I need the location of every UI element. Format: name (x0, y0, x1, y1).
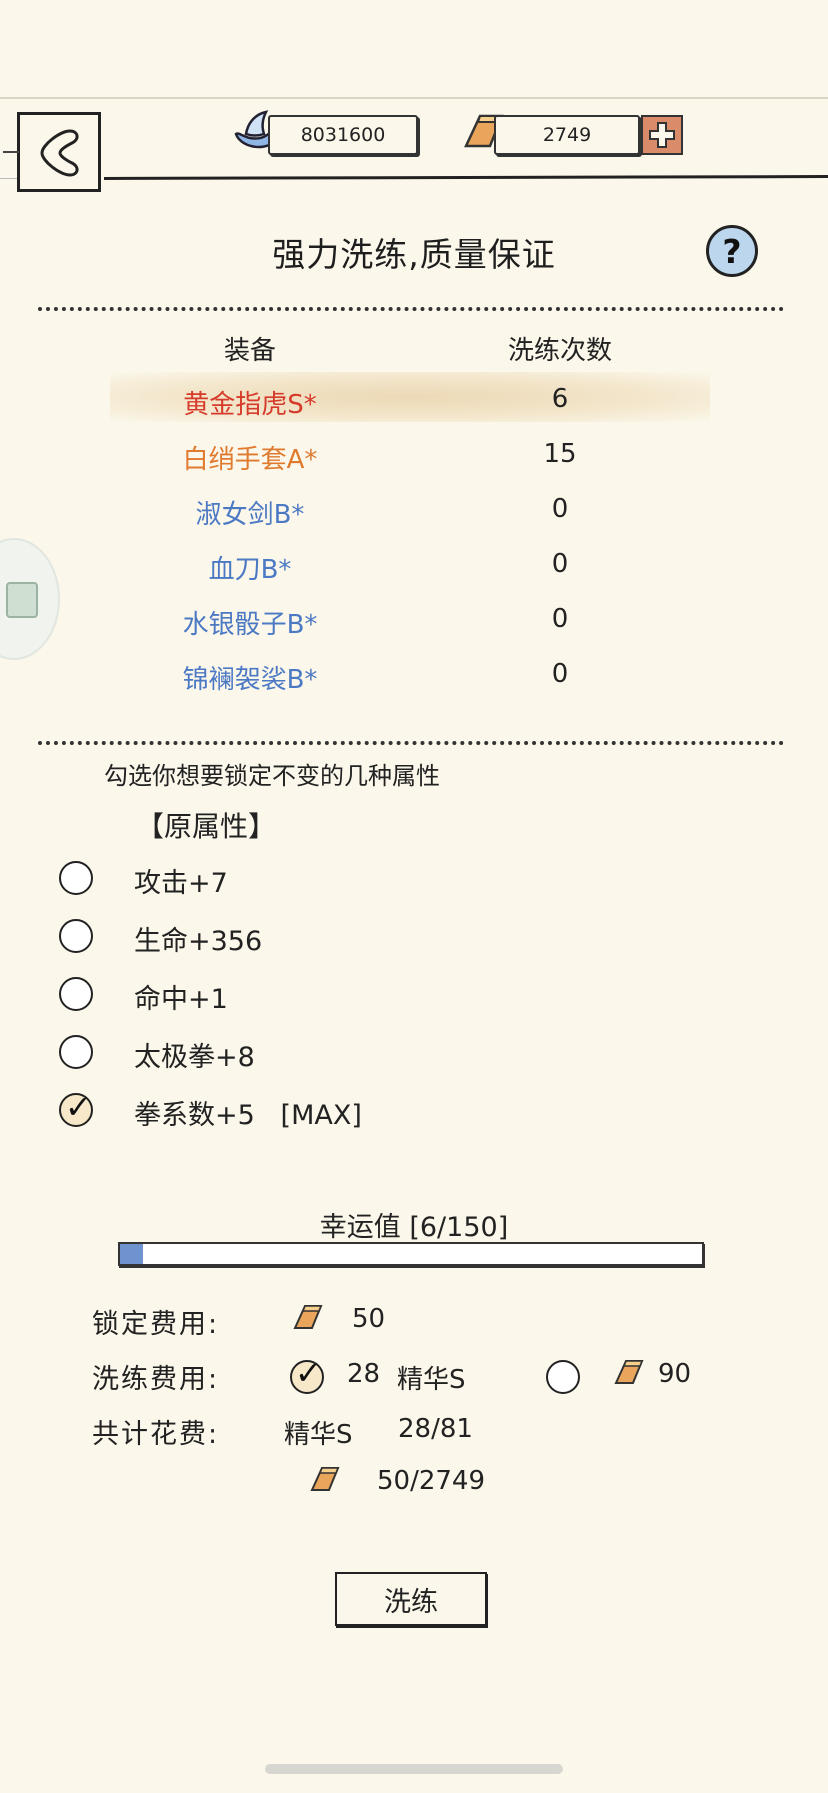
equipment-name: 淑女剑B* (195, 500, 305, 530)
total-gold-value: 50/2749 (377, 1466, 486, 1496)
equipment-wash-count: 0 (551, 549, 569, 579)
top-divider (0, 97, 828, 99)
equipment-row[interactable]: 锦襕袈裟B* 0 (110, 651, 710, 699)
attribute-label: 生命+356 (134, 926, 263, 957)
equipment-wash-count: 0 (551, 494, 569, 524)
equipment-row[interactable]: 血刀B* 0 (110, 541, 710, 589)
attribute-row[interactable]: ✓ 拳系数+5 [MAX] (56, 1089, 556, 1133)
equipment-row[interactable]: 黄金指虎S* 6 (110, 376, 710, 424)
gold-bar-icon (310, 1467, 340, 1491)
attribute-row[interactable]: 生命+356 (56, 915, 556, 959)
equipment-name: 白绡手套A* (182, 445, 318, 475)
attribute-row[interactable]: 攻击+7 (56, 857, 556, 901)
header-rule (103, 175, 828, 180)
attribute-lock-checkbox[interactable] (59, 919, 93, 953)
equipment-row[interactable]: 水银骰子B* 0 (110, 596, 710, 644)
header-rule-left (0, 178, 17, 179)
equipment-name: 水银骰子B* (182, 610, 318, 640)
equipment-wash-count: 6 (551, 384, 569, 414)
attribute-label: 攻击+7 (134, 868, 228, 899)
check-icon: ✓ (65, 1088, 92, 1126)
add-gold-button[interactable] (641, 115, 683, 155)
back-arrow-icon (40, 129, 79, 177)
attribute-row[interactable]: 命中+1 (56, 973, 556, 1017)
divider-top (38, 307, 784, 311)
luck-progress-bar (118, 1242, 704, 1266)
silver-amount: 8031600 (268, 115, 418, 155)
equipment-wash-count: 0 (551, 659, 569, 689)
help-button[interactable]: ? (706, 225, 758, 277)
attribute-lock-checkbox[interactable] (59, 861, 93, 895)
gold-bar-icon (293, 1305, 323, 1329)
attribute-lock-checkbox[interactable] (59, 1035, 93, 1069)
equipment-wash-count: 15 (543, 439, 577, 469)
attribute-label: 太极拳+8 (134, 1042, 255, 1073)
attribute-lock-checkbox[interactable]: ✓ (59, 1088, 93, 1127)
attribute-label: 拳系数+5 [MAX] (134, 1100, 362, 1131)
equipment-wash-count: 0 (551, 604, 569, 634)
equipment-row[interactable]: 淑女剑B* 0 (110, 486, 710, 534)
home-indicator[interactable] (265, 1764, 563, 1774)
wash-button[interactable]: 洗练 (335, 1572, 487, 1626)
attribute-label: 命中+1 (134, 984, 228, 1015)
lock-instruction: 勾选你想要锁定不变的几种属性 (104, 762, 440, 790)
equipment-row[interactable]: 白绡手套A* 15 (110, 431, 710, 479)
lock-cost-label: 锁定费用: (92, 1309, 220, 1340)
equipment-name: 黄金指虎S* (183, 390, 317, 420)
total-essence-item: 精华S (284, 1420, 353, 1450)
gold-bar-icon (614, 1360, 644, 1384)
back-button[interactable] (3, 112, 101, 192)
wash-option-essence-item: 精华S (397, 1365, 466, 1395)
wash-option-gold-value: 90 (658, 1359, 692, 1389)
luck-label: 幸运值 [6/150] (319, 1212, 509, 1243)
total-cost-label: 共计花费: (92, 1419, 220, 1450)
side-tab-icon (6, 582, 38, 618)
equipment-name: 血刀B* (208, 555, 292, 585)
gold-amount: 2749 (494, 115, 640, 155)
equipment-name: 锦襕袈裟B* (182, 665, 318, 695)
page-title: 强力洗练,质量保证 (272, 235, 556, 274)
wash-cost-label: 洗练费用: (92, 1364, 220, 1395)
original-attributes-label: 【原属性】 (136, 810, 277, 843)
luck-progress-fill (120, 1244, 144, 1264)
wash-option-essence-radio[interactable]: ✓ (290, 1354, 324, 1394)
wash-option-gold-radio[interactable] (546, 1360, 580, 1394)
wash-option-essence-value: 28 (347, 1359, 381, 1389)
column-header-wash-count: 洗练次数 (507, 336, 612, 366)
attribute-lock-checkbox[interactable] (59, 977, 93, 1011)
lock-cost-value: 50 (352, 1304, 386, 1334)
question-icon: ? (722, 231, 742, 271)
plus-icon (649, 122, 675, 148)
divider-middle (38, 741, 784, 745)
column-header-equipment: 装备 (223, 336, 276, 366)
attribute-row[interactable]: 太极拳+8 (56, 1031, 556, 1075)
total-essence-value: 28/81 (398, 1414, 473, 1444)
check-icon: ✓ (295, 1354, 322, 1392)
